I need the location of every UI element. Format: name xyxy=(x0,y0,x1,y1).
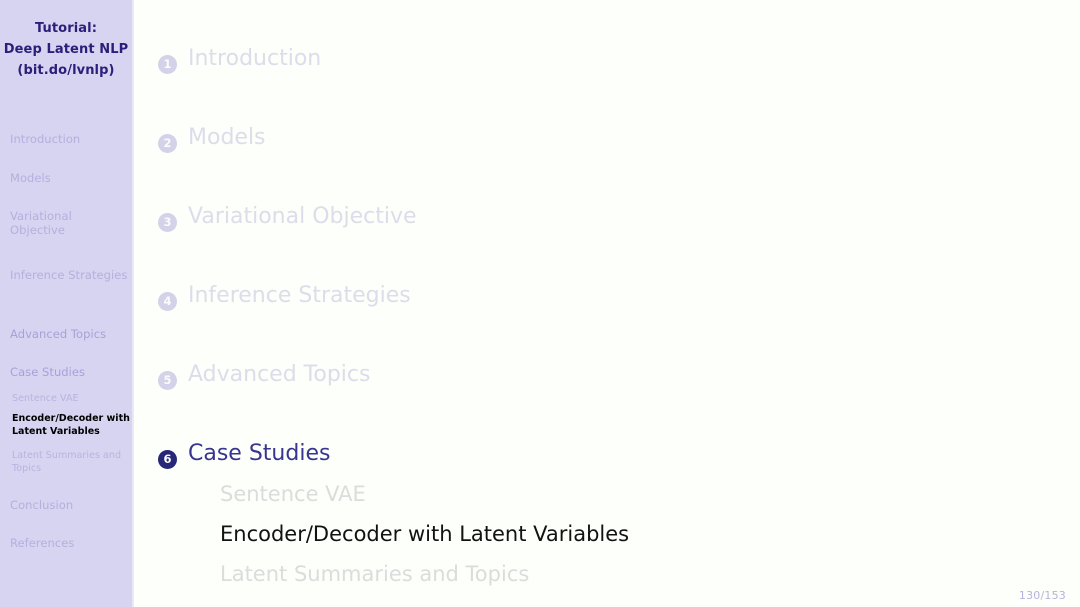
page-number: 130/153 xyxy=(1018,589,1066,602)
navigation-sidebar: Tutorial: Deep Latent NLP (bit.do/lvnlp)… xyxy=(0,0,132,607)
presentation-title-line-2: Deep Latent NLP xyxy=(3,42,129,57)
outline-section-models[interactable]: 2 Models xyxy=(158,125,266,154)
outline-section-advanced-topics[interactable]: 5 Advanced Topics xyxy=(158,362,371,391)
section-number-badge-5: 5 xyxy=(158,371,177,391)
sidebar-item-variational-objective[interactable]: Variational Objective xyxy=(10,209,130,237)
sidebar-item-conclusion[interactable]: Conclusion xyxy=(10,498,130,512)
presentation-title-line-1: Tutorial: xyxy=(34,21,98,36)
presentation-title: Tutorial: Deep Latent NLP (bit.do/lvnlp) xyxy=(0,18,132,81)
outline-section-variational-objective[interactable]: 3 Variational Objective xyxy=(158,204,417,233)
sidebar-subitem-latent-summaries-and-topics[interactable]: Latent Summaries and Topics xyxy=(12,450,132,475)
outline-list: 1 Introduction 2 Models 3 Variational Ob… xyxy=(158,0,1058,607)
section-number-badge-2: 2 xyxy=(158,134,177,154)
sidebar-divider xyxy=(132,0,134,607)
outline-subsection-encoder-decoder-with-latent-variables[interactable]: Encoder/Decoder with Latent Variables xyxy=(220,522,629,546)
sidebar-item-case-studies[interactable]: Case Studies xyxy=(10,365,130,379)
presentation-title-line-3: (bit.do/lvnlp) xyxy=(17,63,115,78)
section-number-badge-6: 6 xyxy=(158,450,177,470)
section-number-badge-3: 3 xyxy=(158,213,177,233)
outline-section-label: Advanced Topics xyxy=(188,362,371,387)
outline-subsection-sentence-vae[interactable]: Sentence VAE xyxy=(220,482,366,506)
section-number-badge-1: 1 xyxy=(158,55,177,75)
outline-section-case-studies[interactable]: 6 Case Studies xyxy=(158,441,331,470)
sidebar-subitem-sentence-vae[interactable]: Sentence VAE xyxy=(12,393,132,406)
sidebar-item-advanced-topics[interactable]: Advanced Topics xyxy=(10,327,130,341)
sidebar-subitem-encoder-decoder-with-latent-variables[interactable]: Encoder/Decoder with Latent Variables xyxy=(12,413,132,438)
outline-section-label: Models xyxy=(188,125,266,150)
sidebar-item-introduction[interactable]: Introduction xyxy=(10,132,130,146)
outline-section-label: Case Studies xyxy=(188,441,331,466)
outline-section-label: Inference Strategies xyxy=(188,283,411,308)
sidebar-item-inference-strategies[interactable]: Inference Strategies xyxy=(10,268,130,282)
outline-section-inference-strategies[interactable]: 4 Inference Strategies xyxy=(158,283,411,312)
section-number-badge-4: 4 xyxy=(158,292,177,312)
outline-section-label: Variational Objective xyxy=(188,204,417,229)
sidebar-item-references[interactable]: References xyxy=(10,536,130,550)
outline-section-label: Introduction xyxy=(188,46,322,71)
outline-subsection-latent-summaries-and-topics[interactable]: Latent Summaries and Topics xyxy=(220,562,529,586)
outline-section-introduction[interactable]: 1 Introduction xyxy=(158,46,322,75)
sidebar-item-models[interactable]: Models xyxy=(10,171,130,185)
